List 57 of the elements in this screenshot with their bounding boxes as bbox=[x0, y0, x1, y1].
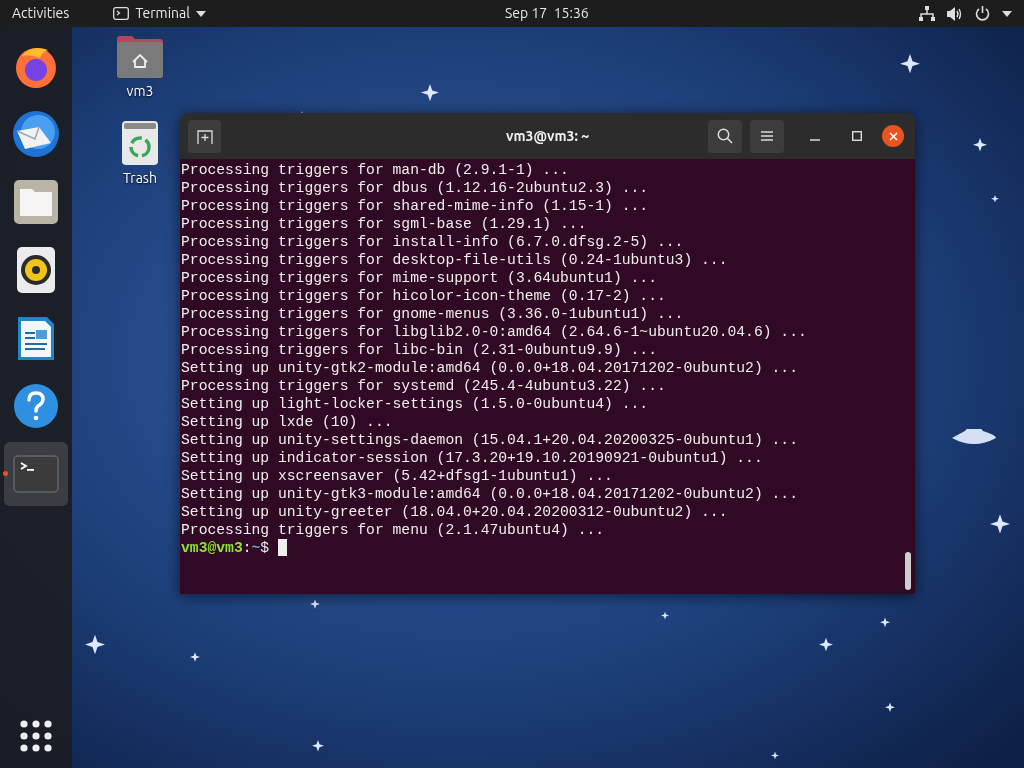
prompt-path: ~ bbox=[251, 539, 261, 557]
new-tab-button[interactable] bbox=[188, 119, 221, 153]
output-line: Processing triggers for mime-support (3.64ubuntu1) ... bbox=[181, 269, 657, 287]
home-folder-icon bbox=[116, 35, 164, 79]
output-line: Processing triggers for dbus (1.12.16-2ubuntu2.3) ... bbox=[181, 179, 649, 197]
grid-icon bbox=[20, 720, 52, 752]
caret-icon bbox=[195, 10, 206, 17]
maximize-icon bbox=[852, 131, 862, 141]
activities-button[interactable]: Activities bbox=[0, 0, 82, 27]
output-line: Setting up unity-greeter (18.04.0+20.04.20200312-0ubuntu2) ... bbox=[181, 503, 728, 521]
app-menu[interactable]: Terminal bbox=[113, 0, 206, 27]
output-line: Processing triggers for shared-mime-info (1.15-1) ... bbox=[181, 197, 649, 215]
output-line: Setting up lxde (10) ... bbox=[181, 413, 393, 431]
speaker-icon bbox=[17, 247, 55, 293]
output-line: Setting up unity-gtk3-module:amd64 (0.0.0+18.04.20171202-0ubuntu2) ... bbox=[181, 485, 798, 503]
close-icon bbox=[888, 131, 898, 141]
output-line: Processing triggers for hicolor-icon-theme (0.17-2) ... bbox=[181, 287, 666, 305]
output-line: Setting up xscreensaver (5.42+dfsg1-1ubuntu1) ... bbox=[181, 467, 613, 485]
caret-icon bbox=[1002, 10, 1012, 17]
window-title: vm3@vm3: ~ bbox=[505, 126, 590, 146]
power-icon bbox=[975, 6, 990, 21]
search-button[interactable] bbox=[708, 119, 742, 153]
output-line: Processing triggers for desktop-file-utils (0.24-1ubuntu3) ... bbox=[181, 251, 728, 269]
clock[interactable]: Sep 17 15:36 bbox=[505, 0, 589, 27]
trash-icon bbox=[121, 120, 159, 166]
output-line: Processing triggers for systemd (245.4-4ubuntu3.22) ... bbox=[181, 377, 666, 395]
output-line: Setting up unity-settings-daemon (15.04.1+20.04.20200325-0ubuntu1) ... bbox=[181, 431, 798, 449]
output-line: Processing triggers for sgml-base (1.29.1) ... bbox=[181, 215, 587, 233]
search-icon bbox=[717, 128, 733, 144]
output-line: Processing triggers for libc-bin (2.31-0ubuntu9.9) ... bbox=[181, 341, 657, 359]
running-indicator-icon bbox=[3, 471, 8, 476]
prompt-separator: : bbox=[242, 539, 252, 557]
text-cursor bbox=[278, 539, 287, 556]
output-line: Processing triggers for install-info (6.7.0.dfsg.2-5) ... bbox=[181, 233, 684, 251]
network-icon bbox=[919, 6, 935, 21]
close-button[interactable] bbox=[882, 125, 904, 147]
output-line: Processing triggers for gnome-menus (3.36.0-1ubuntu1) ... bbox=[181, 305, 684, 323]
menu-icon bbox=[761, 131, 773, 141]
folder-icon bbox=[13, 179, 59, 225]
output-line: Setting up unity-gtk2-module:amd64 (0.0.0+18.04.20171202-0ubuntu2) ... bbox=[181, 359, 798, 377]
minimize-icon bbox=[810, 139, 820, 141]
output-line: Processing triggers for libglib2.0-0:amd64 (2.64.6-1~ubuntu20.04.6) ... bbox=[181, 323, 807, 341]
add-tab-icon bbox=[196, 128, 213, 144]
prompt-symbol: $ bbox=[260, 539, 271, 557]
scrollbar-thumb[interactable] bbox=[905, 552, 911, 590]
help-icon bbox=[13, 383, 59, 429]
volume-icon bbox=[947, 6, 963, 21]
menu-button[interactable] bbox=[750, 119, 784, 153]
output-line: Setting up light-locker-settings (1.5.0-0ubuntu4) ... bbox=[181, 395, 649, 413]
mail-icon bbox=[11, 109, 61, 159]
output-line: Setting up indicator-session (17.3.20+19.10.20190921-0ubuntu1) ... bbox=[181, 449, 763, 467]
terminal-icon bbox=[13, 455, 59, 493]
output-line: Processing triggers for man-db (2.9.1-1) ... bbox=[181, 161, 569, 179]
terminal-icon bbox=[113, 7, 130, 20]
document-icon bbox=[17, 315, 55, 361]
prompt-user: vm3@vm3 bbox=[181, 539, 243, 557]
output-line: Processing triggers for menu (2.1.47ubuntu4) ... bbox=[181, 521, 605, 539]
